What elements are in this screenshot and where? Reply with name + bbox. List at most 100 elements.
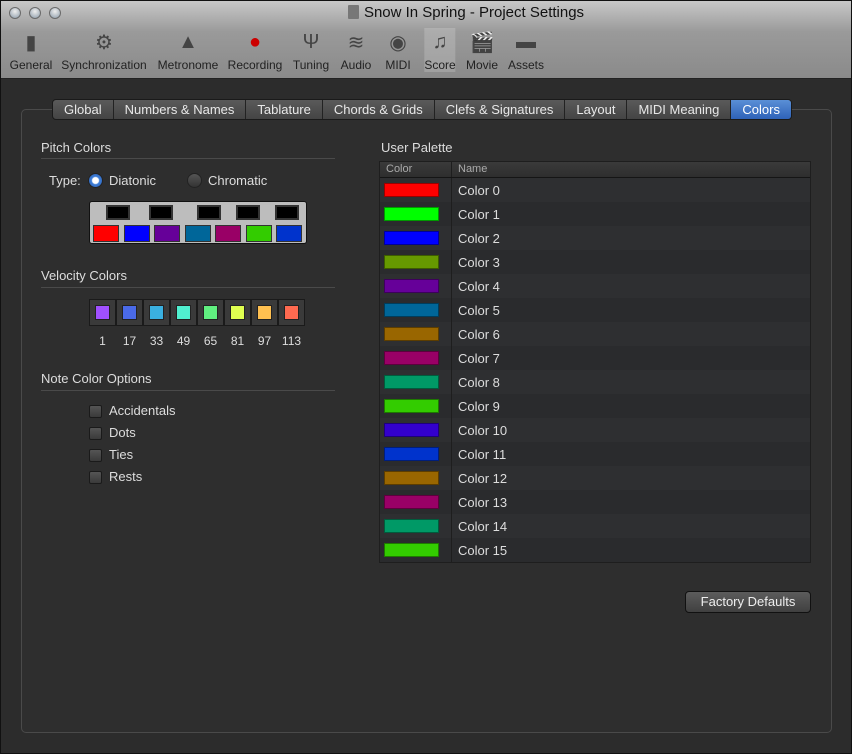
checkbox-label[interactable]: Ties [109,447,133,462]
toolbar-tuning[interactable]: ΨTuning [293,28,329,72]
table-row[interactable]: Color 1 [380,202,810,226]
white-key-color[interactable] [215,225,241,242]
name-cell[interactable]: Color 12 [452,471,507,486]
toolbar-metronome[interactable]: ▲Metronome [158,28,219,72]
checkbox-rests[interactable] [89,471,102,484]
table-row[interactable]: Color 15 [380,538,810,562]
factory-defaults-button[interactable]: Factory Defaults [685,591,811,613]
name-cell[interactable]: Color 0 [452,183,500,198]
chromatic-radio[interactable] [187,173,202,188]
white-key-color[interactable] [276,225,302,242]
tab-layout[interactable]: Layout [565,100,627,119]
black-key[interactable] [236,205,260,220]
color-swatch[interactable] [384,471,439,485]
color-swatch[interactable] [384,543,439,557]
diatonic-radio[interactable] [88,173,103,188]
name-cell[interactable]: Color 3 [452,255,500,270]
toolbar-assets[interactable]: ▬Assets [508,28,544,72]
velocity-swatch[interactable] [251,299,278,326]
name-cell[interactable]: Color 13 [452,495,507,510]
checkbox-dots[interactable] [89,427,102,440]
name-cell[interactable]: Color 5 [452,303,500,318]
tab-global[interactable]: Global [53,100,114,119]
color-swatch[interactable] [384,255,439,269]
color-swatch[interactable] [384,207,439,221]
table-row[interactable]: Color 2 [380,226,810,250]
black-key[interactable] [275,205,299,220]
color-column-header[interactable]: Color [380,162,452,177]
velocity-swatch[interactable] [143,299,170,326]
name-cell[interactable]: Color 10 [452,423,507,438]
black-key[interactable] [197,205,221,220]
name-cell[interactable]: Color 4 [452,279,500,294]
color-swatch[interactable] [384,303,439,317]
color-swatch[interactable] [384,399,439,413]
checkbox-label[interactable]: Accidentals [109,403,175,418]
name-cell[interactable]: Color 2 [452,231,500,246]
velocity-swatch[interactable] [89,299,116,326]
color-swatch[interactable] [384,327,439,341]
tab-colors[interactable]: Colors [731,100,791,119]
name-cell[interactable]: Color 9 [452,399,500,414]
name-cell[interactable]: Color 6 [452,327,500,342]
table-row[interactable]: Color 9 [380,394,810,418]
toolbar-recording[interactable]: ●Recording [228,28,283,72]
color-swatch[interactable] [384,231,439,245]
color-swatch[interactable] [384,375,439,389]
velocity-swatch[interactable] [278,299,305,326]
table-row[interactable]: Color 14 [380,514,810,538]
checkbox-accidentals[interactable] [89,405,102,418]
name-column-header[interactable]: Name [452,162,487,177]
tab-tablature[interactable]: Tablature [246,100,322,119]
white-key-color[interactable] [124,225,150,242]
color-swatch[interactable] [384,495,439,509]
tab-chords-grids[interactable]: Chords & Grids [323,100,435,119]
velocity-swatch[interactable] [170,299,197,326]
tab-numbers-names[interactable]: Numbers & Names [114,100,247,119]
black-key[interactable] [106,205,130,220]
color-swatch[interactable] [384,423,439,437]
toolbar-synchronization[interactable]: ⚙Synchronization [61,28,146,72]
table-row[interactable]: Color 0 [380,178,810,202]
color-swatch[interactable] [384,279,439,293]
white-key-color[interactable] [154,225,180,242]
table-row[interactable]: Color 4 [380,274,810,298]
toolbar-midi[interactable]: ◉MIDI [383,28,413,72]
name-cell[interactable]: Color 14 [452,519,507,534]
table-row[interactable]: Color 13 [380,490,810,514]
table-row[interactable]: Color 5 [380,298,810,322]
color-swatch[interactable] [384,351,439,365]
tab-clefs-signatures[interactable]: Clefs & Signatures [435,100,566,119]
name-cell[interactable]: Color 11 [452,447,506,462]
name-cell[interactable]: Color 1 [452,207,500,222]
velocity-swatch[interactable] [116,299,143,326]
velocity-swatch[interactable] [224,299,251,326]
color-swatch[interactable] [384,447,439,461]
table-row[interactable]: Color 8 [380,370,810,394]
diatonic-label[interactable]: Diatonic [109,173,156,188]
toolbar-audio[interactable]: ≋Audio [341,28,372,72]
name-cell[interactable]: Color 8 [452,375,500,390]
table-row[interactable]: Color 10 [380,418,810,442]
table-row[interactable]: Color 3 [380,250,810,274]
white-key-color[interactable] [246,225,272,242]
toolbar-general[interactable]: ▮General [10,28,53,72]
table-row[interactable]: Color 6 [380,322,810,346]
name-cell[interactable]: Color 15 [452,543,507,558]
chromatic-label[interactable]: Chromatic [208,173,267,188]
velocity-swatch[interactable] [197,299,224,326]
checkbox-ties[interactable] [89,449,102,462]
name-cell[interactable]: Color 7 [452,351,500,366]
tab-midi-meaning[interactable]: MIDI Meaning [627,100,731,119]
checkbox-label[interactable]: Dots [109,425,136,440]
white-key-color[interactable] [93,225,119,242]
color-swatch[interactable] [384,519,439,533]
checkbox-label[interactable]: Rests [109,469,142,484]
white-key-color[interactable] [185,225,211,242]
table-row[interactable]: Color 7 [380,346,810,370]
color-swatch[interactable] [384,183,439,197]
toolbar-score[interactable]: ♫Score [424,28,455,72]
black-key[interactable] [149,205,173,220]
toolbar-movie[interactable]: 🎬Movie [466,28,498,72]
table-row[interactable]: Color 12 [380,466,810,490]
